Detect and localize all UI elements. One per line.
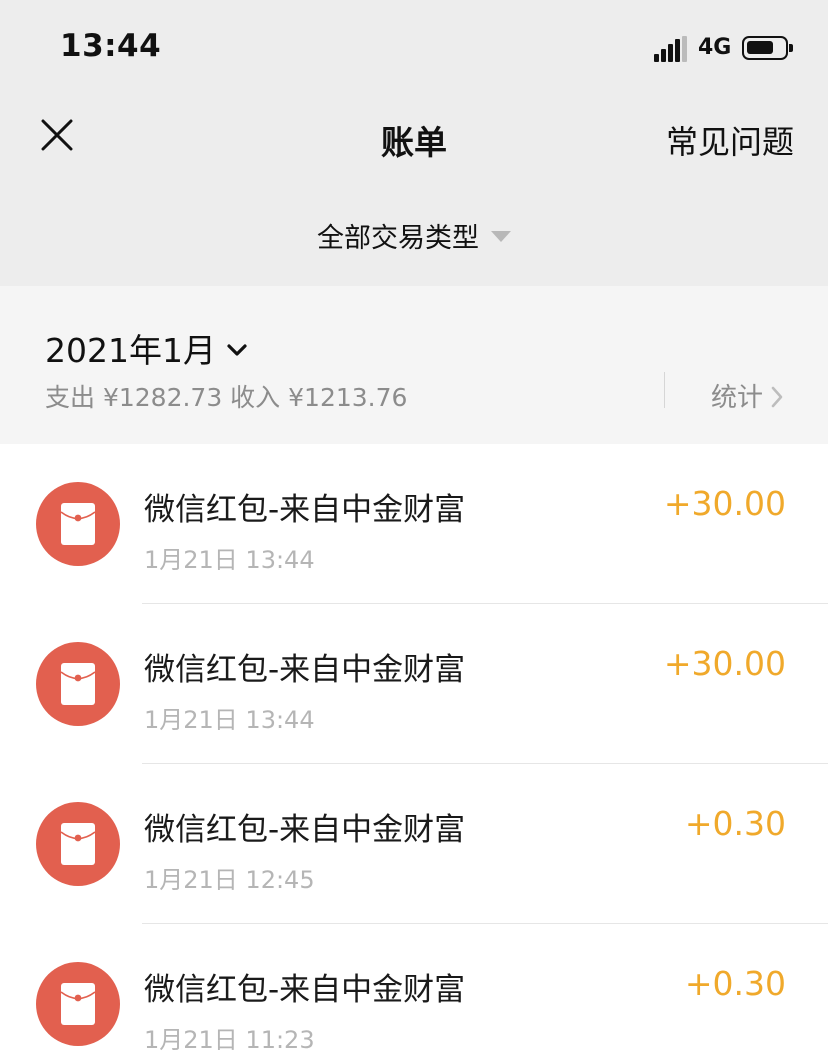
transaction-title: 微信红包-来自中金财富 — [144, 652, 466, 688]
transaction-date: 1月21日 12:45 — [144, 866, 315, 894]
transaction-type-filter[interactable]: 全部交易类型 — [317, 216, 511, 255]
network-type: 4G — [698, 35, 732, 60]
transaction-row[interactable]: 微信红包-来自中金财富 1月21日 12:45 +0.30 — [0, 764, 828, 924]
red-packet-icon — [36, 482, 120, 566]
red-packet-icon — [36, 802, 120, 886]
transaction-amount: +30.00 — [663, 644, 786, 683]
stats-button[interactable]: 统计 — [711, 377, 783, 414]
divider — [664, 372, 665, 408]
month-summary: 支出 ¥1282.73 收入 ¥1213.76 — [45, 383, 408, 412]
faq-button[interactable]: 常见问题 — [666, 117, 794, 163]
transaction-date: 1月21日 11:23 — [144, 1026, 315, 1053]
transaction-amount: +0.30 — [684, 964, 786, 1003]
transaction-title: 微信红包-来自中金财富 — [144, 492, 466, 528]
signal-icon — [654, 36, 688, 62]
transaction-amount: +0.30 — [684, 804, 786, 843]
month-picker[interactable]: 2021年1月 — [45, 324, 248, 372]
status-bar: 13:44 4G — [0, 0, 828, 92]
dropdown-triangle-icon — [491, 231, 511, 242]
battery-icon — [742, 36, 793, 60]
status-time: 13:44 — [60, 28, 162, 64]
transaction-row[interactable]: 微信红包-来自中金财富 1月21日 11:23 +0.30 — [0, 924, 828, 1053]
chevron-right-icon — [771, 386, 783, 407]
filter-bar: 全部交易类型 — [0, 192, 828, 286]
transaction-list: 微信红包-来自中金财富 1月21日 13:44 +30.00 微信红包-来自中金… — [0, 444, 828, 1053]
transaction-title: 微信红包-来自中金财富 — [144, 812, 466, 848]
transaction-title: 微信红包-来自中金财富 — [144, 972, 466, 1008]
transaction-date: 1月21日 13:44 — [144, 706, 315, 734]
filter-label: 全部交易类型 — [317, 223, 479, 254]
red-packet-icon — [36, 962, 120, 1046]
nav-bar: 账单 常见问题 — [0, 92, 828, 192]
transaction-amount: +30.00 — [663, 484, 786, 523]
transaction-row[interactable]: 微信红包-来自中金财富 1月21日 13:44 +30.00 — [0, 604, 828, 764]
stats-label: 统计 — [711, 383, 764, 413]
month-header: 2021年1月 支出 ¥1282.73 收入 ¥1213.76 统计 — [0, 286, 828, 444]
chevron-down-icon — [227, 343, 247, 356]
red-packet-icon — [36, 642, 120, 726]
transaction-row[interactable]: 微信红包-来自中金财富 1月21日 13:44 +30.00 — [0, 444, 828, 604]
transaction-date: 1月21日 13:44 — [144, 546, 315, 574]
month-label: 2021年1月 — [45, 331, 216, 370]
